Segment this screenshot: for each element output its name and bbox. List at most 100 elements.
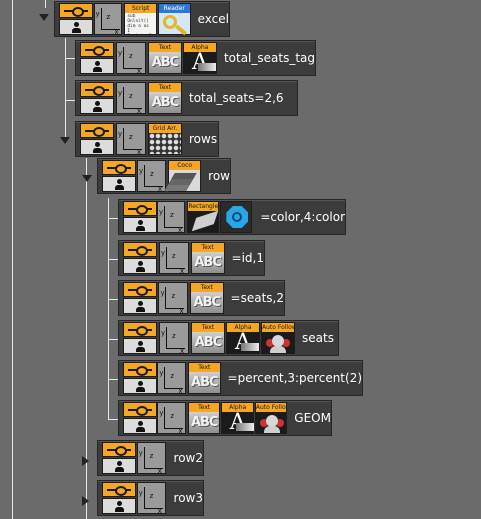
transform-axis-icon[interactable]: yzx (136, 442, 166, 475)
rect-plugin-icon[interactable]: Rectangle (187, 201, 220, 233)
alpha-plugin-icon[interactable]: Alpha A (182, 42, 217, 74)
visibility-toggle-icon[interactable] (80, 82, 114, 114)
active-toggle-icon[interactable] (123, 201, 157, 216)
transform-axis-icon[interactable]: yzx (158, 282, 189, 315)
abc-plugin-icon[interactable]: Text ABC (187, 402, 221, 434)
solo-user-icon[interactable] (102, 458, 136, 474)
active-toggle-icon[interactable] (80, 123, 114, 138)
alpha-plugin-icon[interactable]: Alpha A (226, 322, 260, 354)
solo-user-icon[interactable] (59, 19, 93, 35)
reader-plugin-icon[interactable]: Reader (157, 3, 191, 35)
node-label[interactable]: row3 (174, 491, 203, 505)
transform-axis-icon[interactable]: yzx (159, 322, 189, 355)
tree-node-excel[interactable]: yzxScriptsub Onlnit()dim a as IRegisterP… (54, 1, 230, 37)
tree-node-total_seats[interactable]: y z x Text ABC total_seats=2,6 (75, 80, 298, 116)
node-label[interactable]: row (208, 169, 230, 183)
node-label[interactable]: =color,4:color (260, 210, 345, 224)
abc-plugin-icon[interactable]: Text ABC (188, 362, 221, 394)
solo-user-icon[interactable] (80, 58, 114, 74)
solo-user-icon[interactable] (123, 418, 157, 434)
tree-node-row2[interactable]: y z x row2 (97, 440, 204, 476)
visibility-toggle-icon[interactable] (123, 322, 157, 354)
solo-user-icon[interactable] (80, 98, 114, 114)
transform-axis-icon[interactable]: yzx (116, 123, 146, 156)
abc-plugin-icon[interactable]: Text ABC (190, 282, 224, 314)
follow-plugin-icon[interactable]: Auto Follow (261, 322, 295, 354)
tree-node-geom[interactable]: yzxTextABCAlphaAAuto Follow GEOM (118, 400, 332, 436)
visibility-toggle-icon[interactable] (123, 201, 157, 233)
script-plugin-icon[interactable]: Scriptsub Onlnit()dim a as IRegisterPaen… (124, 3, 157, 35)
collapse-arrow-icon[interactable] (39, 14, 49, 21)
solo-user-icon[interactable] (123, 338, 157, 354)
tree-node-color[interactable]: y z x Rectangle =color,4:color (118, 199, 346, 235)
active-toggle-icon[interactable] (80, 42, 114, 57)
tree-node-row3[interactable]: y z x row3 (97, 480, 204, 516)
tree-node-id[interactable]: y z x Text ABC =id,1 (118, 240, 265, 276)
tree-node-seats_num[interactable]: y z x Text ABC =seats,2 (118, 280, 285, 316)
abc-plugin-icon[interactable]: Text ABC (147, 42, 182, 74)
coco-plugin-icon[interactable]: Coco (168, 160, 202, 192)
visibility-toggle-icon[interactable] (123, 282, 157, 314)
node-label[interactable]: excel (198, 12, 229, 26)
node-label[interactable]: rows (189, 132, 217, 146)
active-toggle-icon[interactable] (59, 3, 93, 18)
active-toggle-icon[interactable] (102, 482, 136, 497)
collapse-arrow-icon[interactable] (82, 175, 92, 182)
node-label[interactable]: row2 (174, 451, 203, 465)
node-label[interactable]: GEOM (294, 411, 331, 425)
transform-axis-icon[interactable]: yzx (136, 160, 167, 193)
transform-axis-icon[interactable]: yzx (115, 42, 146, 75)
solo-user-icon[interactable] (123, 298, 157, 314)
abc-plugin-icon[interactable]: Text ABC (148, 82, 182, 114)
follow-plugin-icon[interactable]: Auto Follow (254, 402, 288, 434)
transform-axis-icon[interactable]: yzx (93, 3, 123, 36)
visibility-toggle-icon[interactable] (80, 42, 114, 74)
transform-axis-icon[interactable]: yzx (136, 482, 166, 515)
active-toggle-icon[interactable] (102, 160, 136, 175)
expand-arrow-icon[interactable] (82, 456, 89, 466)
active-toggle-icon[interactable] (102, 442, 136, 457)
grid-plugin-icon[interactable]: Grid Arr. (148, 123, 182, 155)
abc-plugin-icon[interactable]: Text ABC (191, 322, 225, 354)
active-toggle-icon[interactable] (123, 402, 157, 417)
visibility-toggle-icon[interactable] (102, 442, 136, 474)
visibility-toggle-icon[interactable] (102, 482, 136, 514)
active-toggle-icon[interactable] (123, 242, 157, 257)
transform-axis-icon[interactable]: yzx (158, 242, 189, 275)
transform-axis-icon[interactable]: yzx (157, 402, 186, 435)
hex-plugin-icon[interactable] (220, 201, 253, 233)
tree-node-total_seats_tag[interactable]: y z x Text ABC Alpha A total_seats_tag (75, 40, 316, 76)
solo-user-icon[interactable] (102, 176, 136, 192)
node-label[interactable]: =percent,3:percent(2) (228, 371, 362, 385)
abc-plugin-icon[interactable]: Text ABC (190, 242, 225, 274)
visibility-toggle-icon[interactable] (123, 402, 157, 434)
node-label[interactable]: =id,1 (232, 251, 264, 265)
tree-node-row[interactable]: y z x Coco row (97, 158, 231, 194)
tree-node-rows[interactable]: y z x Grid Arr. rows (75, 121, 219, 157)
solo-user-icon[interactable] (102, 498, 136, 514)
visibility-toggle-icon[interactable] (80, 123, 114, 155)
alpha-plugin-icon[interactable]: Alpha A (221, 402, 255, 434)
visibility-toggle-icon[interactable] (102, 160, 136, 192)
solo-user-icon[interactable] (80, 139, 114, 155)
active-toggle-icon[interactable] (123, 322, 157, 337)
transform-axis-icon[interactable]: yzx (156, 201, 186, 234)
collapse-arrow-icon[interactable] (60, 137, 70, 144)
transform-axis-icon[interactable]: yzx (157, 362, 187, 395)
transform-axis-icon[interactable]: yzx (116, 82, 146, 115)
solo-user-icon[interactable] (123, 378, 157, 394)
expand-arrow-icon[interactable] (82, 496, 89, 506)
tree-node-percent[interactable]: y z x Text ABC =percent,3:percent(2) (118, 360, 363, 396)
visibility-toggle-icon[interactable] (123, 242, 157, 274)
active-toggle-icon[interactable] (123, 362, 157, 377)
node-label[interactable]: =seats,2 (231, 291, 284, 305)
solo-user-icon[interactable] (123, 258, 157, 274)
node-label[interactable]: seats (302, 331, 334, 345)
node-label[interactable]: total_seats=2,6 (189, 91, 284, 105)
visibility-toggle-icon[interactable] (59, 3, 93, 35)
active-toggle-icon[interactable] (123, 282, 157, 297)
node-label[interactable]: total_seats_tag (224, 51, 315, 65)
active-toggle-icon[interactable] (80, 82, 114, 97)
visibility-toggle-icon[interactable] (123, 362, 157, 394)
solo-user-icon[interactable] (123, 217, 157, 233)
